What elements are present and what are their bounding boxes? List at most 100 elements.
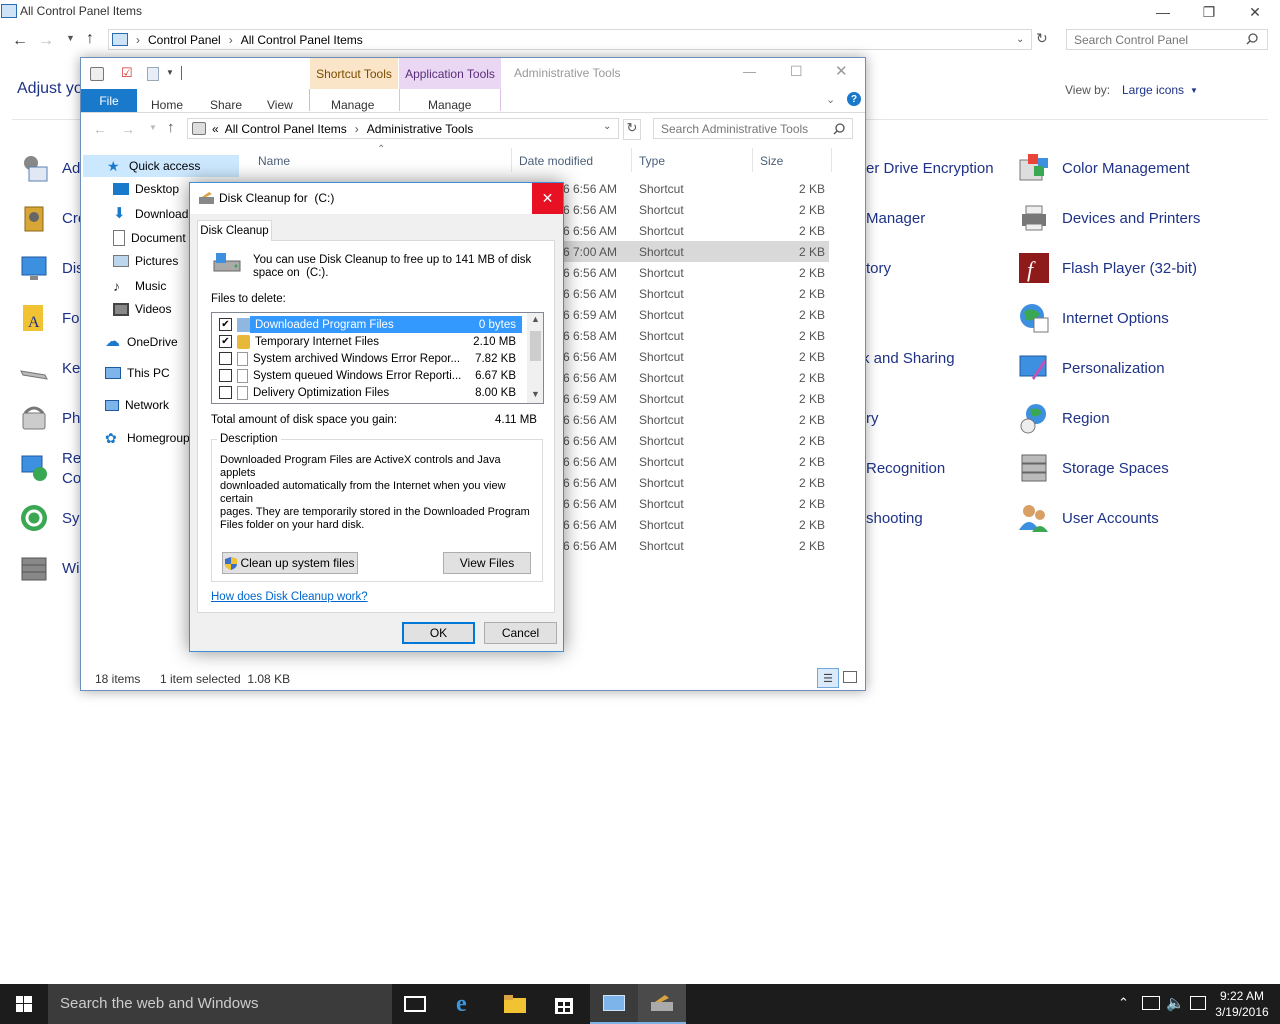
nav-desktop[interactable]: Desktop xyxy=(113,182,179,196)
nav-quick-access[interactable]: ★ Quick access xyxy=(107,158,200,174)
cp-item-internet-options[interactable]: Internet Options xyxy=(1018,300,1169,336)
cp-item-network-sharing[interactable]: k and Sharing xyxy=(862,340,955,376)
file-row[interactable]: 6 7:00 AM Shortcut 2 KB xyxy=(561,241,829,262)
scroll-up-icon[interactable]: ▲ xyxy=(531,314,540,324)
back-arrow-icon[interactable]: ← xyxy=(93,121,107,137)
file-row[interactable]: 6 6:56 AM Shortcut 2 KB xyxy=(561,430,829,451)
quick-access-dropdown-icon[interactable]: ▼ xyxy=(166,68,174,77)
disk-cleanup-task-button[interactable] xyxy=(638,984,686,1024)
cp-item-file-history[interactable]: tory xyxy=(866,250,891,286)
cp-item-troubleshooting[interactable]: shooting xyxy=(866,500,923,536)
minimize-button[interactable]: — xyxy=(743,64,756,79)
column-header-size[interactable]: Size xyxy=(760,154,783,168)
network-tray-icon[interactable] xyxy=(1142,996,1160,1010)
recent-dropdown-icon[interactable]: ▼ xyxy=(149,123,157,132)
file-row[interactable]: 6 6:56 AM Shortcut 2 KB xyxy=(561,346,829,367)
search-control-panel-input[interactable]: Search Control Panel xyxy=(1066,29,1268,50)
maximize-button[interactable]: ☐ xyxy=(790,63,803,80)
cp-item-region[interactable]: Region xyxy=(1018,400,1110,436)
clean-up-system-files-button[interactable]: Clean up system files xyxy=(222,552,358,574)
breadcrumb-admin-tools[interactable]: Administrative Tools xyxy=(367,122,474,136)
cp-item-remoteapp[interactable]: Re Co xyxy=(18,450,88,490)
nav-network[interactable]: Network xyxy=(105,398,169,412)
scrollbar[interactable]: ▲ ▼ xyxy=(527,313,543,403)
help-link[interactable]: How does Disk Cleanup work? xyxy=(211,591,368,603)
file-checkbox[interactable]: ✔ xyxy=(219,335,232,348)
scrollbar-thumb[interactable] xyxy=(530,331,541,361)
cancel-button[interactable]: Cancel xyxy=(484,622,557,644)
cp-item-speech-recognition[interactable]: Recognition xyxy=(866,450,945,486)
file-row[interactable]: 6 6:56 AM Shortcut 2 KB xyxy=(561,409,829,430)
task-view-icon[interactable] xyxy=(404,996,426,1012)
ribbon-tab-file[interactable]: File xyxy=(81,89,137,112)
clock[interactable]: 9:22 AM 3/19/2016 xyxy=(1208,988,1276,1020)
breadcrumb-overflow[interactable]: « xyxy=(212,122,219,136)
close-button[interactable]: ✕ xyxy=(532,183,563,214)
address-dropdown-icon[interactable]: ⌄ xyxy=(603,121,611,132)
cp-item-sync-center[interactable]: Sy xyxy=(18,500,80,536)
store-icon[interactable] xyxy=(554,993,574,1015)
volume-icon[interactable]: 🔈 xyxy=(1166,994,1185,1012)
file-row[interactable]: 6 6:56 AM Shortcut 2 KB xyxy=(561,472,829,493)
close-button[interactable]: ✕ xyxy=(1232,0,1278,24)
action-center-icon[interactable] xyxy=(1190,996,1206,1010)
show-hidden-icons-icon[interactable]: ⌃ xyxy=(1118,995,1129,1011)
column-header-name[interactable]: Name xyxy=(258,154,290,168)
file-row[interactable]: 6 6:56 AM Shortcut 2 KB xyxy=(561,199,829,220)
file-row[interactable]: 6 6:58 AM Shortcut 2 KB xyxy=(561,325,829,346)
up-arrow-icon[interactable]: ↑ xyxy=(86,30,94,48)
file-row[interactable]: 6 6:56 AM Shortcut 2 KB xyxy=(561,514,829,535)
file-row[interactable]: 6 6:56 AM Shortcut 2 KB xyxy=(561,220,829,241)
files-list-box[interactable]: ✔ Downloaded Program Files 0 bytes ✔ Tempora… xyxy=(211,312,544,404)
recent-dropdown-icon[interactable]: ▼ xyxy=(66,33,75,43)
cp-item-storage-spaces[interactable]: Storage Spaces xyxy=(1018,450,1169,486)
nav-music[interactable]: ♪ Music xyxy=(113,278,166,294)
breadcrumb-all-items[interactable]: All Control Panel Items xyxy=(225,122,347,136)
cp-item-fonts[interactable]: A Fo xyxy=(18,300,80,336)
file-row[interactable]: 6 6:56 AM Shortcut 2 KB xyxy=(561,493,829,514)
address-bar[interactable]: › Control Panel › All Control Panel Item… xyxy=(108,29,1032,50)
cleanup-file-row[interactable]: ✔ Temporary Internet Files 2.10 MB xyxy=(212,333,528,350)
file-checkbox[interactable] xyxy=(219,369,232,382)
close-button[interactable]: ✕ xyxy=(835,62,848,80)
breadcrumb-all-items[interactable]: All Control Panel Items xyxy=(241,33,363,47)
taskbar-search-box[interactable]: Search the web and Windows xyxy=(48,984,392,1024)
view-by-dropdown[interactable]: Large icons ▼ xyxy=(1122,83,1198,97)
ok-button[interactable]: OK xyxy=(402,622,475,644)
edge-icon[interactable]: e xyxy=(456,991,467,1018)
cp-item-personalization[interactable]: Personalization xyxy=(1018,350,1165,386)
back-arrow-icon[interactable]: ← xyxy=(12,32,28,50)
large-icons-view-icon[interactable] xyxy=(843,671,857,683)
cp-item-devices-printers[interactable]: Devices and Printers xyxy=(1018,200,1200,236)
cp-item-user-accounts[interactable]: User Accounts xyxy=(1018,500,1159,536)
nav-documents[interactable]: Document xyxy=(113,230,186,246)
cleanup-file-row[interactable]: ✔ Downloaded Program Files 0 bytes xyxy=(212,316,528,333)
properties-icon[interactable] xyxy=(90,67,104,81)
nav-videos[interactable]: Videos xyxy=(113,302,171,316)
cp-item-flash-player[interactable]: f Flash Player (32-bit) xyxy=(1018,250,1197,286)
cleanup-file-row[interactable]: System queued Windows Error Reporti... 6.… xyxy=(212,367,528,384)
nav-pictures[interactable]: Pictures xyxy=(113,254,178,268)
file-row[interactable]: 6 6:56 AM Shortcut 2 KB xyxy=(561,283,829,304)
ribbon-tab-manage-application[interactable]: Manage xyxy=(428,98,471,112)
ribbon-tab-home[interactable]: Home xyxy=(151,98,183,112)
start-button[interactable] xyxy=(0,984,48,1024)
address-bar[interactable]: « All Control Panel Items › Administrati… xyxy=(187,118,619,139)
address-dropdown-icon[interactable]: ⌄ xyxy=(1016,34,1024,45)
restore-button[interactable]: ❐ xyxy=(1186,0,1232,24)
new-folder-icon[interactable] xyxy=(147,67,159,81)
cp-item-administrative-tools[interactable]: Ad xyxy=(18,150,80,186)
expand-ribbon-icon[interactable]: ⌄ xyxy=(826,93,835,106)
nav-this-pc[interactable]: This PC xyxy=(105,366,170,380)
file-row[interactable]: 6 6:59 AM Shortcut 2 KB xyxy=(561,304,829,325)
cp-item-windows-firewall[interactable]: Wi xyxy=(18,550,80,586)
forward-arrow-icon[interactable]: → xyxy=(38,32,54,50)
nav-onedrive[interactable]: ☁ OneDrive xyxy=(105,334,178,350)
cp-item-color-management[interactable]: Color Management xyxy=(1018,150,1190,186)
checkmark-icon[interactable]: ☑ xyxy=(121,65,133,81)
help-icon[interactable]: ? xyxy=(847,92,861,106)
refresh-icon[interactable]: ↻ xyxy=(623,119,641,140)
nav-homegroup[interactable]: ✿ Homegroup xyxy=(105,430,190,446)
forward-arrow-icon[interactable]: → xyxy=(121,121,135,137)
cp-item-credential-manager[interactable]: Cre xyxy=(18,200,86,236)
